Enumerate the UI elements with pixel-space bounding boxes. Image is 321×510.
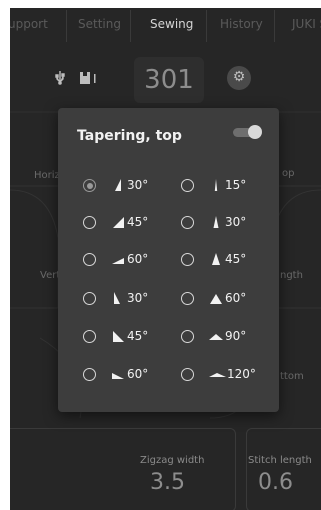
radio-button[interactable] <box>181 292 194 305</box>
background-label: ngth <box>280 270 303 281</box>
zigzag-width-panel[interactable] <box>10 428 236 510</box>
toggle-thumb <box>248 125 262 139</box>
option-label: 60° <box>127 367 149 381</box>
narrow-triangle-icon <box>213 216 219 228</box>
tall-right-triangle-icon <box>115 179 121 191</box>
option-label: 30° <box>127 291 149 305</box>
option-right-30[interactable]: 30° <box>181 215 277 233</box>
counter-value: 301 <box>144 65 194 95</box>
radio-button[interactable] <box>83 179 96 192</box>
radio-button[interactable] <box>181 368 194 381</box>
right-triangle-icon <box>113 217 124 228</box>
tall-left-triangle-icon <box>114 292 120 304</box>
option-left-60[interactable]: 60° <box>83 252 179 270</box>
radio-button[interactable] <box>83 330 96 343</box>
option-left-30-a[interactable]: 30° <box>83 178 179 196</box>
background-label: Horiz <box>34 170 60 181</box>
radio-button[interactable] <box>181 330 194 343</box>
settings-button[interactable]: ⚙ <box>227 66 251 90</box>
option-label: 45° <box>127 329 149 343</box>
option-right-120[interactable]: 120° <box>181 367 277 385</box>
very-flat-triangle-icon <box>209 373 226 377</box>
option-label: 30° <box>225 215 247 229</box>
option-label: 60° <box>127 252 149 266</box>
option-label: 45° <box>127 215 149 229</box>
radio-button[interactable] <box>83 216 96 229</box>
option-left-60-b[interactable]: 60° <box>83 367 179 385</box>
option-label: 60° <box>225 291 247 305</box>
stitch-length-label: Stitch length <box>248 455 312 466</box>
stitch-counter[interactable]: 301 <box>134 57 204 103</box>
radio-selected-dot <box>86 182 93 189</box>
background-label: op <box>282 168 295 179</box>
option-left-45[interactable]: 45° <box>83 215 179 233</box>
needle-triangle-icon <box>214 179 218 191</box>
option-label: 15° <box>225 178 247 192</box>
tapering-top-dialog: Tapering, top 30° 45° 60° 30° 45° 60° 15… <box>58 108 279 412</box>
option-label: 120° <box>227 367 256 381</box>
option-right-90[interactable]: 90° <box>181 329 277 347</box>
option-label: 30° <box>127 178 149 192</box>
radio-button[interactable] <box>83 292 96 305</box>
zigzag-width-value: 3.5 <box>150 470 185 495</box>
flat-triangle-icon <box>209 334 223 340</box>
radio-button[interactable] <box>83 253 96 266</box>
zigzag-width-label: Zigzag width <box>140 455 205 466</box>
radio-button[interactable] <box>181 179 194 192</box>
background-label: ttom <box>280 371 304 382</box>
option-left-45-b[interactable]: 45° <box>83 329 179 347</box>
radio-button[interactable] <box>83 368 96 381</box>
tapering-toggle[interactable] <box>233 125 262 139</box>
memory-card-icon <box>80 72 96 84</box>
option-label: 45° <box>225 252 247 266</box>
usb-icon <box>55 71 65 85</box>
radio-button[interactable] <box>181 253 194 266</box>
option-label: 90° <box>225 329 247 343</box>
option-right-60[interactable]: 60° <box>181 291 277 309</box>
option-left-30-b[interactable]: 30° <box>83 291 179 309</box>
dialog-title: Tapering, top <box>77 128 182 144</box>
wide-triangle-icon <box>210 294 222 304</box>
option-right-15[interactable]: 15° <box>181 178 277 196</box>
stitch-length-panel[interactable] <box>246 428 321 510</box>
option-right-45[interactable]: 45° <box>181 252 277 270</box>
stitch-length-value: 0.6 <box>258 470 293 495</box>
gear-icon: ⚙ <box>232 69 246 85</box>
isosceles-triangle-icon <box>212 253 220 265</box>
left-triangle-icon <box>113 331 124 342</box>
flat-left-triangle-icon <box>112 373 124 379</box>
flat-right-triangle-icon <box>112 258 124 264</box>
radio-button[interactable] <box>181 216 194 229</box>
